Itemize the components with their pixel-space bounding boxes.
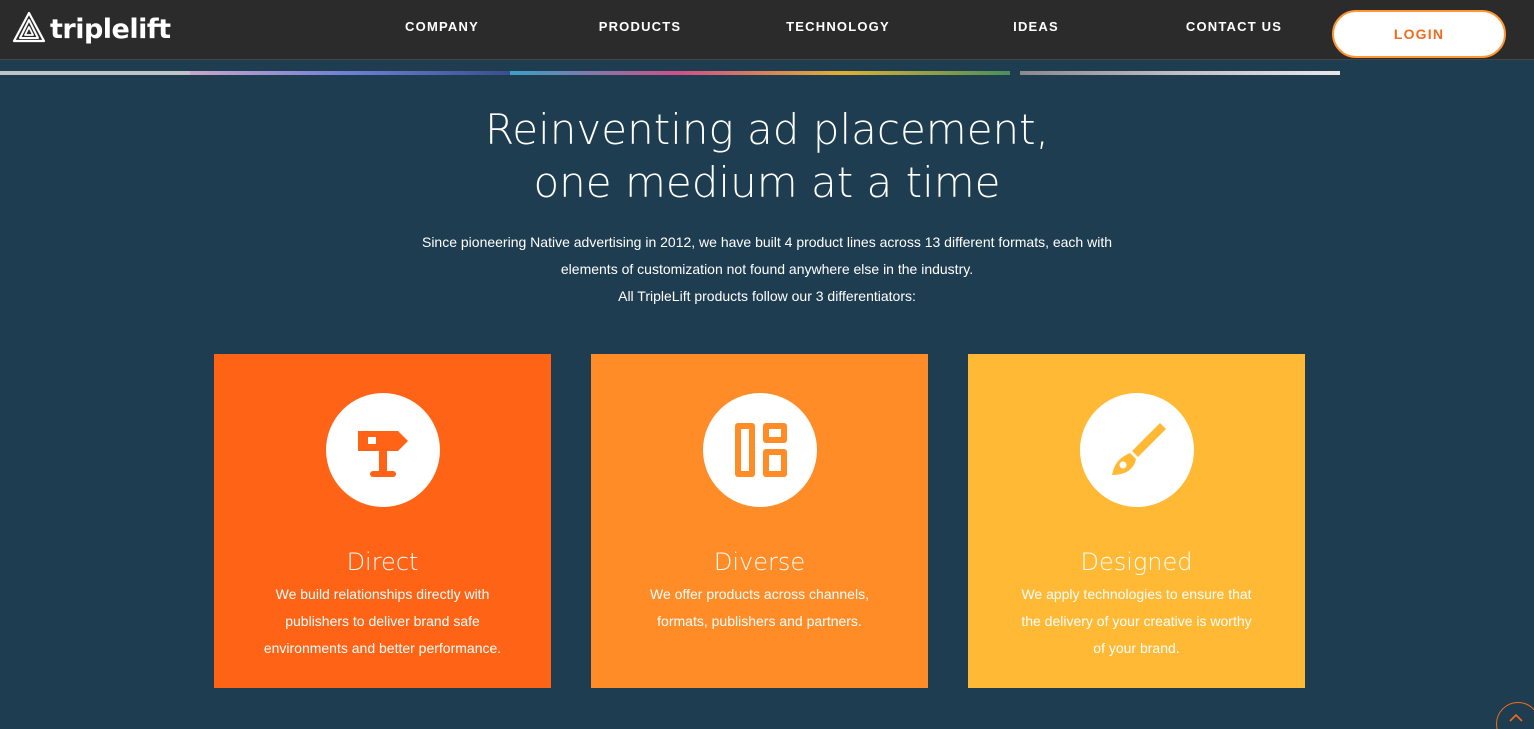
card-title: Direct — [346, 548, 419, 576]
nav-technology[interactable]: TECHNOLOGY — [786, 19, 890, 37]
card-text-line: We offer products across channels, — [650, 586, 869, 602]
card-text-line: the delivery of your creative is worthy — [1021, 613, 1252, 629]
page-headline: Reinventing ad placement, one medium at … — [0, 103, 1534, 209]
card-designed: Designed We apply technologies to ensure… — [968, 354, 1305, 688]
nav-ideas[interactable]: IDEAS — [1013, 19, 1059, 37]
headline-line: Reinventing ad placement, — [485, 105, 1049, 154]
logo-link[interactable]: triplelift — [12, 11, 171, 48]
card-text-line: We build relationships directly with — [275, 586, 490, 602]
card-direct: Direct We build relationships directly w… — [214, 354, 551, 688]
card-description: We build relationships directly with pub… — [244, 581, 521, 662]
card-text-line: formats, publishers and partners. — [657, 613, 862, 629]
layout-grid-icon — [703, 393, 817, 507]
card-diverse: Diverse We offer products across channel… — [591, 354, 928, 688]
intro-line: elements of customization not found anyw… — [560, 261, 974, 277]
nav-products[interactable]: PRODUCTS — [599, 19, 682, 37]
nav-contact-us[interactable]: CONTACT US — [1186, 19, 1282, 37]
card-text-line: environments and better performance. — [263, 640, 502, 656]
paintbrush-icon — [1080, 393, 1194, 507]
login-button[interactable]: LOGIN — [1332, 10, 1506, 58]
card-text-line: of your brand. — [1093, 640, 1180, 656]
intro-line: Since pioneering Native advertising in 2… — [421, 234, 1113, 250]
signpost-icon — [326, 393, 440, 507]
scroll-to-top-button[interactable] — [1496, 702, 1534, 729]
site-header: triplelift COMPANY PRODUCTS TECHNOLOGY I… — [0, 0, 1534, 60]
logo-text: triplelift — [50, 13, 171, 45]
nav-company[interactable]: COMPANY — [405, 19, 479, 37]
card-description: We apply technologies to ensure that the… — [998, 581, 1275, 662]
card-title: Designed — [1080, 548, 1193, 576]
intro-text: Since pioneering Native advertising in 2… — [0, 229, 1534, 310]
card-text-line: publishers to deliver brand safe — [285, 613, 480, 629]
headline-line: one medium at a time — [533, 158, 1001, 207]
card-text-line: We apply technologies to ensure that — [1021, 586, 1252, 602]
card-description: We offer products across channels, forma… — [621, 581, 898, 635]
triplelift-logo-icon — [12, 11, 46, 48]
hero-image-strip — [0, 61, 1534, 75]
card-title: Diverse — [713, 548, 806, 576]
intro-line: All TripleLift products follow our 3 dif… — [618, 288, 916, 304]
